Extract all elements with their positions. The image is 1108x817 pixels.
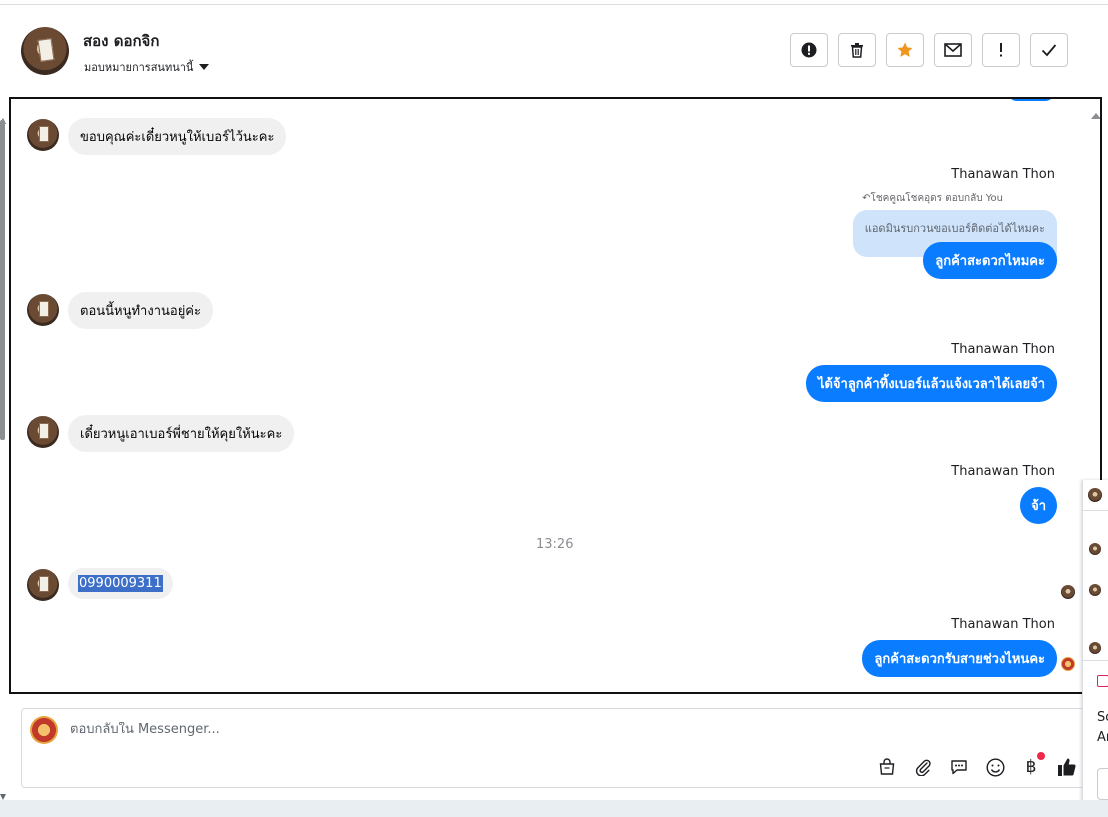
reply-input[interactable]: [70, 722, 670, 737]
top-divider: [0, 4, 1108, 5]
scroll-up-arrow-icon[interactable]: [0, 110, 6, 124]
outgoing-message[interactable]: ลูกค้าสะดวกรับสายช่วงไหนคะ: [862, 640, 1057, 677]
sender-name: Thanawan Thon: [951, 167, 1055, 182]
thumbs-up-icon[interactable]: [1056, 756, 1078, 778]
message-thread[interactable]: ขอบคุณค่ะเดี๋ยวหนูให้เบอร์ไว้นะคะ Thanaw…: [9, 97, 1102, 694]
panel-divider: [1083, 510, 1108, 511]
panel-partial-text: So: [1097, 710, 1108, 725]
outgoing-message[interactable]: ได้จ้าลูกค้าทิ้งเบอร์แล้วแจ้งเวลาได้เลยจ…: [805, 365, 1057, 402]
page-footer-band: [0, 800, 1108, 817]
seen-avatar: [1061, 585, 1075, 599]
outgoing-message[interactable]: ลูกค้าสะดวกไหมคะ: [923, 242, 1057, 279]
caret-down-icon: [199, 64, 210, 70]
clipped-message-bubble: [1007, 99, 1055, 101]
conversation-avatar[interactable]: [1089, 642, 1101, 654]
assign-label: มอบหมายการสนทนานี้: [84, 61, 194, 74]
panel-divider: [1083, 660, 1108, 661]
mark-done-button[interactable]: [1030, 33, 1068, 67]
composer-box[interactable]: [21, 708, 1108, 788]
conversation-avatar[interactable]: [1089, 584, 1101, 596]
app-icon[interactable]: [1097, 675, 1108, 687]
sender-name: Thanawan Thon: [951, 617, 1055, 632]
contact-avatar-small[interactable]: [27, 569, 59, 601]
mark-unread-button[interactable]: [934, 33, 972, 67]
conversation-list-panel[interactable]: So Ar: [1082, 480, 1108, 815]
envelope-icon: [944, 43, 962, 57]
contact-avatar-small[interactable]: [27, 119, 59, 151]
thread-scroll-up-icon[interactable]: [1091, 105, 1100, 124]
timestamp-divider: 13:26: [536, 537, 574, 552]
page-avatar: [30, 716, 58, 744]
star-icon: [897, 42, 913, 57]
incoming-message[interactable]: ขอบคุณค่ะเดี๋ยวหนูให้เบอร์ไว้นะคะ: [68, 118, 287, 155]
notification-dot: [1037, 752, 1045, 760]
report-spam-button[interactable]: [790, 33, 828, 67]
alert-circle-icon: [801, 42, 817, 58]
selected-phone-number[interactable]: 0990009311: [78, 575, 163, 592]
conversation-avatar[interactable]: [1088, 488, 1102, 502]
check-icon: [1041, 44, 1057, 57]
delete-button[interactable]: [838, 33, 876, 67]
shopping-bag-icon[interactable]: [876, 756, 898, 778]
saved-reply-icon[interactable]: [948, 756, 970, 778]
star-button[interactable]: [886, 33, 924, 67]
conversation-avatar[interactable]: [1089, 543, 1101, 555]
panel-partial-text: Ar: [1097, 730, 1108, 745]
follow-up-button[interactable]: [982, 33, 1020, 67]
incoming-message[interactable]: เดี๋ยวหนูเอาเบอร์พี่ชายให้คุยให้นะคะ: [68, 415, 295, 452]
contact-avatar[interactable]: [21, 27, 69, 75]
incoming-message[interactable]: ตอนนี้หนูทำงานอยู่ค่ะ: [68, 292, 213, 329]
exclamation-icon: [1000, 43, 1002, 57]
sender-name: Thanawan Thon: [951, 464, 1055, 479]
outgoing-message[interactable]: จ้า: [1020, 487, 1057, 524]
panel-button[interactable]: [1097, 768, 1108, 800]
sender-name: Thanawan Thon: [951, 342, 1055, 357]
contact-avatar-small[interactable]: [27, 294, 59, 326]
page-scrollbar[interactable]: [0, 120, 5, 440]
trash-icon: [851, 43, 863, 58]
contact-name[interactable]: สอง ดอกจิก: [83, 29, 159, 53]
read-receipt-avatar: [1061, 657, 1075, 671]
assign-conversation-dropdown[interactable]: มอบหมายการสนทนานี้: [84, 58, 210, 76]
paperclip-icon[interactable]: [912, 756, 934, 778]
contact-avatar-small[interactable]: [27, 416, 59, 448]
scroll-down-arrow-icon[interactable]: [0, 786, 6, 800]
incoming-message[interactable]: 0990009311: [68, 568, 173, 599]
emoji-icon[interactable]: [984, 756, 1006, 778]
reply-context: ↶โชคคูณโชคอุดร ตอบกลับ You: [862, 193, 1003, 204]
